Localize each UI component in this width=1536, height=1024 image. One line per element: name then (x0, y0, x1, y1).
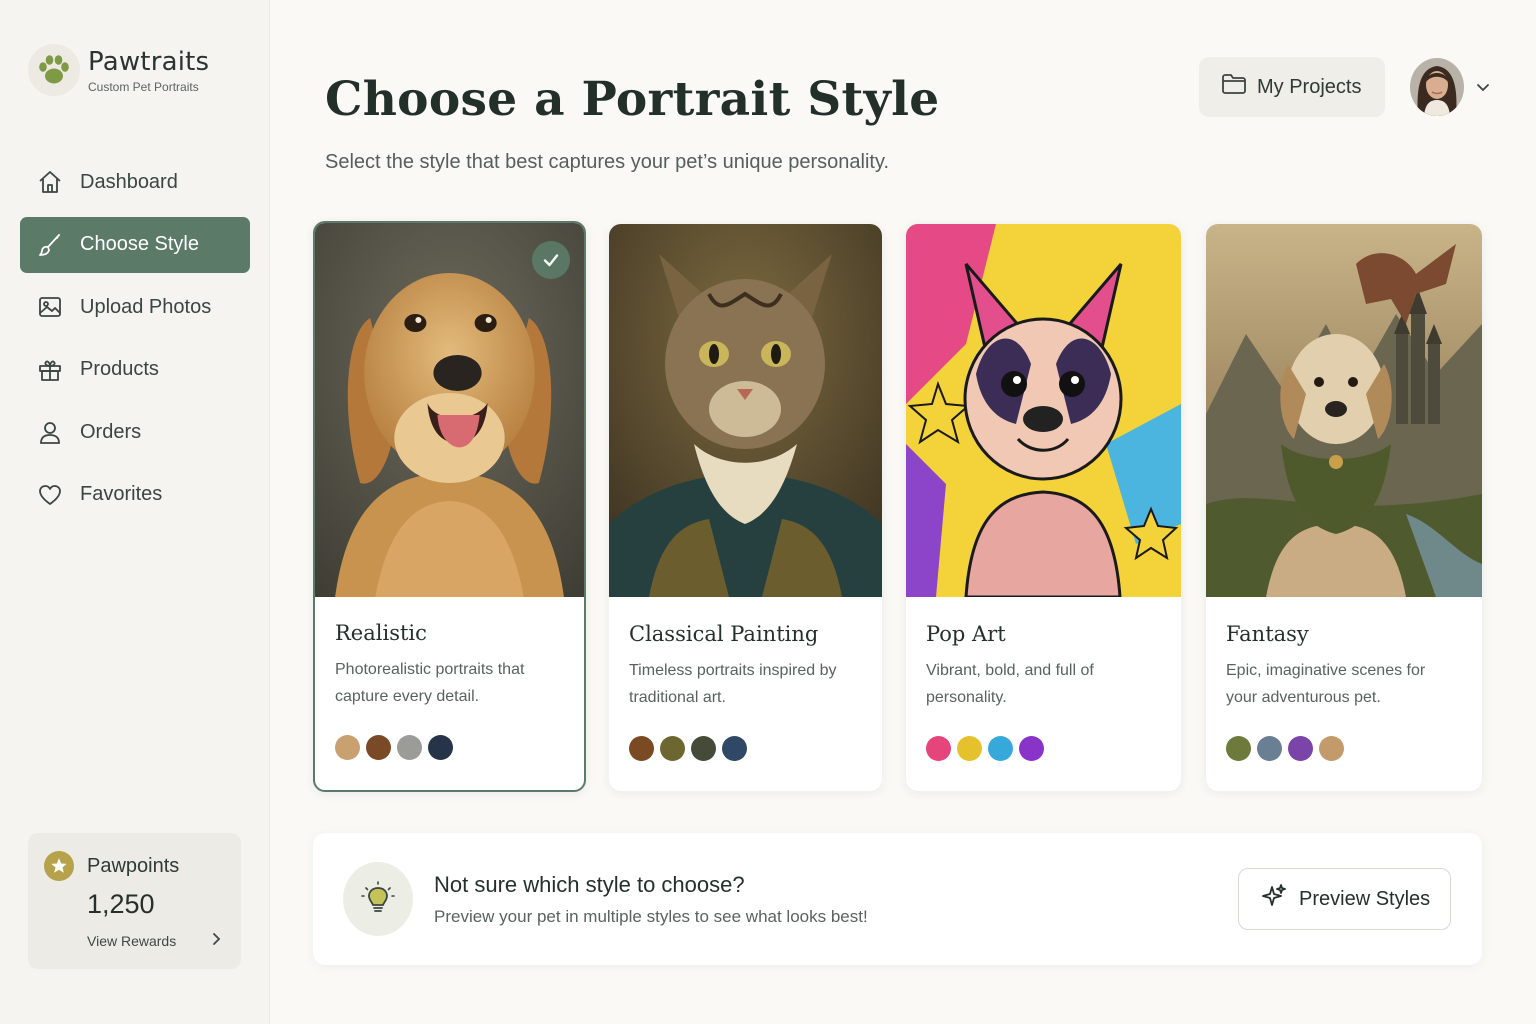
brush-icon (36, 231, 64, 259)
sidebar-item-favorites[interactable]: Favorites (20, 467, 250, 523)
my-projects-label: My Projects (1257, 75, 1362, 98)
color-swatches (926, 736, 1050, 761)
color-swatch (1019, 736, 1044, 761)
color-swatches (335, 735, 459, 760)
selected-check-icon (532, 241, 570, 279)
gift-icon (36, 356, 64, 384)
tip-text: Preview your pet in multiple styles to s… (434, 907, 868, 926)
pop-art-bulldog-portrait (906, 224, 1181, 597)
color-swatches (1226, 736, 1350, 761)
color-swatch (722, 736, 747, 761)
preview-styles-button[interactable]: Preview Styles (1238, 868, 1451, 930)
lightbulb-icon (343, 862, 413, 936)
sidebar-item-label: Orders (80, 420, 142, 443)
avatar[interactable] (1410, 58, 1464, 116)
color-swatches (629, 736, 753, 761)
style-description: Photorealistic portraits that capture ev… (335, 661, 525, 705)
brand[interactable]: Pawtraits Custom Pet Portraits (28, 44, 209, 96)
color-swatch (926, 736, 951, 761)
style-card-pop-art[interactable]: Pop Art Vibrant, bold, and full of perso… (906, 224, 1181, 791)
sidebar: Pawtraits Custom Pet Portraits Dashboard… (0, 0, 270, 1024)
classical-cat-portrait (609, 224, 882, 597)
sidebar-item-label: Upload Photos (80, 295, 212, 318)
brand-tagline: Custom Pet Portraits (88, 79, 199, 94)
heart-icon (36, 481, 64, 509)
sparkle-icon (1261, 883, 1287, 915)
color-swatch (691, 736, 716, 761)
sidebar-item-label: Choose Style (80, 233, 199, 256)
pawpoints-label: Pawpoints (87, 855, 180, 877)
pawpoints-card: Pawpoints 1,250 View Rewards (28, 833, 241, 969)
color-swatch (1319, 736, 1344, 761)
brand-name: Pawtraits (88, 46, 210, 77)
color-swatch (366, 735, 391, 760)
sidebar-nav: Dashboard Choose Style Upload Photos Pro… (20, 154, 250, 530)
style-title: Classical Painting (629, 622, 819, 646)
style-title: Realistic (335, 621, 427, 645)
folder-icon (1221, 72, 1247, 102)
fantasy-dog-portrait (1206, 224, 1482, 597)
color-swatch (660, 736, 685, 761)
color-swatch (1257, 736, 1282, 761)
style-card-classical-painting[interactable]: Classical Painting Timeless portraits in… (609, 224, 882, 791)
style-description: Vibrant, bold, and full of personality. (926, 662, 1094, 706)
style-description: Timeless portraits inspired by tradition… (629, 662, 837, 706)
sidebar-item-label: Favorites (80, 483, 163, 506)
sidebar-item-upload-photos[interactable]: Upload Photos (20, 279, 250, 335)
color-swatch (629, 736, 654, 761)
sidebar-item-dashboard[interactable]: Dashboard (20, 154, 250, 210)
image-icon (36, 293, 64, 321)
user-icon (36, 418, 64, 446)
color-swatch (335, 735, 360, 760)
color-swatch (988, 736, 1013, 761)
style-description: Epic, imaginative scenes for your advent… (1226, 662, 1426, 706)
sidebar-item-orders[interactable]: Orders (20, 404, 250, 460)
view-rewards-link[interactable]: View Rewards (87, 933, 176, 949)
my-projects-button[interactable]: My Projects (1199, 57, 1385, 117)
tip-title: Not sure which style to choose? (434, 872, 745, 897)
page-title: Choose a Portrait Style (325, 72, 940, 127)
home-icon (36, 168, 64, 196)
style-card-realistic[interactable]: Realistic Photorealistic portraits that … (313, 221, 586, 792)
preview-styles-label: Preview Styles (1299, 887, 1431, 910)
pawpoints-value: 1,250 (87, 889, 155, 919)
color-swatch (1288, 736, 1313, 761)
star-icon (44, 851, 74, 881)
color-swatch (957, 736, 982, 761)
sidebar-item-products[interactable]: Products (20, 342, 250, 398)
chevron-down-icon[interactable] (1474, 78, 1492, 101)
color-swatch (1226, 736, 1251, 761)
style-title: Pop Art (926, 622, 1006, 646)
style-card-fantasy[interactable]: Fantasy Epic, imaginative scenes for you… (1206, 224, 1482, 791)
realistic-dog-portrait (315, 223, 584, 597)
style-title: Fantasy (1226, 622, 1309, 646)
style-tip-banner: Not sure which style to choose? Preview … (313, 833, 1482, 965)
chevron-right-icon[interactable] (208, 931, 224, 952)
sidebar-item-choose-style[interactable]: Choose Style (20, 216, 250, 273)
paw-icon (28, 44, 80, 96)
sidebar-item-label: Dashboard (80, 170, 178, 193)
color-swatch (397, 735, 422, 760)
sidebar-item-label: Products (80, 358, 159, 381)
page-subtitle: Select the style that best captures your… (325, 151, 890, 173)
color-swatch (428, 735, 453, 760)
